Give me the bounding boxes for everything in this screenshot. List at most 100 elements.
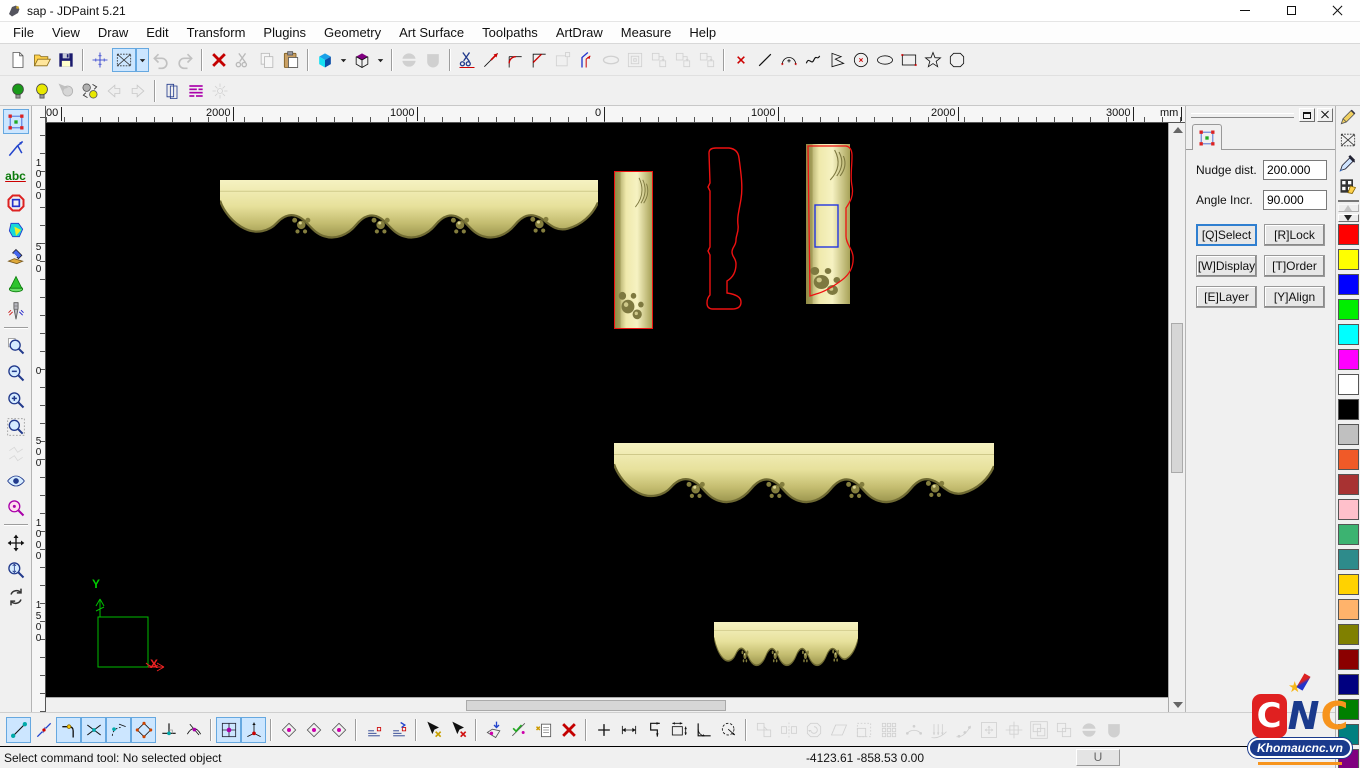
art-carve-tool-button[interactable]: [3, 244, 29, 269]
chamfer-tool-button[interactable]: [527, 48, 551, 72]
rectangle-tool-button[interactable]: [897, 48, 921, 72]
relief-tool-button[interactable]: [3, 271, 29, 296]
object-list-button[interactable]: [531, 717, 556, 743]
color-swatch-sea-green[interactable]: [1338, 524, 1359, 545]
menu-help[interactable]: Help: [680, 22, 725, 43]
panel-close-button[interactable]: [1317, 108, 1333, 122]
menu-measure[interactable]: Measure: [612, 22, 681, 43]
view-solid-dropdown[interactable]: [337, 48, 350, 72]
layer-hotkey-button[interactable]: [E]Layer: [1196, 286, 1257, 308]
panel-restore-button[interactable]: [1299, 108, 1315, 122]
color-swatch-red[interactable]: [1338, 224, 1359, 245]
menu-plugins[interactable]: Plugins: [254, 22, 315, 43]
palette-scroll-down-button[interactable]: [1338, 214, 1359, 222]
zoom-out-button[interactable]: [3, 360, 29, 385]
polyline-tool-button[interactable]: [825, 48, 849, 72]
cnc-toolpath-button[interactable]: [3, 298, 29, 323]
color-swatch-magenta[interactable]: [1338, 349, 1359, 370]
panel-grip[interactable]: [1191, 113, 1294, 118]
align-hotkey-button[interactable]: [Y]Align: [1264, 286, 1325, 308]
check-curve-button[interactable]: [506, 717, 531, 743]
color-swatch-yellow[interactable]: [1338, 249, 1359, 270]
unit-mode-button[interactable]: U: [1076, 749, 1120, 766]
snap-corner-button[interactable]: [56, 717, 81, 743]
color-swatch-pink[interactable]: [1338, 499, 1359, 520]
drawing-canvas[interactable]: Y X: [46, 123, 1168, 697]
scroll-down-icon[interactable]: [1173, 702, 1183, 708]
maximize-button[interactable]: [1268, 0, 1314, 22]
zoom-extents-button[interactable]: [3, 333, 29, 358]
select-mode-dropdown[interactable]: [136, 48, 149, 72]
arc-tool-button[interactable]: [777, 48, 801, 72]
select-hotkey-button[interactable]: [Q]Select: [1196, 224, 1257, 246]
measure-path-button[interactable]: [641, 717, 666, 743]
snap-endpoint-button[interactable]: [6, 717, 31, 743]
relief-post-right[interactable]: [806, 144, 856, 304]
pages-panel-button[interactable]: [160, 79, 184, 103]
save-button[interactable]: [54, 48, 78, 72]
relief-border-small[interactable]: [714, 622, 858, 677]
extend-tool-button[interactable]: [479, 48, 503, 72]
marquee-color-button[interactable]: [1337, 129, 1359, 151]
menu-toolpaths[interactable]: Toolpaths: [473, 22, 547, 43]
spline-tool-button[interactable]: [801, 48, 825, 72]
menu-artdraw[interactable]: ArtDraw: [547, 22, 612, 43]
drop-to-surface-button[interactable]: [481, 717, 506, 743]
align-to-layer-2-button[interactable]: [386, 717, 411, 743]
measure-distance-button[interactable]: [616, 717, 641, 743]
measure-bounds-button[interactable]: [666, 717, 691, 743]
contour-tool-button[interactable]: [3, 190, 29, 215]
swap-light-button[interactable]: [78, 79, 102, 103]
menu-draw[interactable]: Draw: [89, 22, 137, 43]
snap-diamond-center-button[interactable]: [276, 717, 301, 743]
order-hotkey-button[interactable]: [T]Order: [1264, 255, 1325, 277]
measure-angle-button[interactable]: [691, 717, 716, 743]
measure-point-button[interactable]: [591, 717, 616, 743]
color-swatch-white[interactable]: [1338, 374, 1359, 395]
align-to-layer-button[interactable]: [361, 717, 386, 743]
select-tool-button[interactable]: [3, 109, 29, 134]
snap-diamond-right-button[interactable]: [326, 717, 351, 743]
menu-file[interactable]: File: [4, 22, 43, 43]
horizontal-scrollbar[interactable]: [46, 697, 1168, 712]
lock-hotkey-button[interactable]: [R]Lock: [1264, 224, 1325, 246]
close-button[interactable]: [1314, 0, 1360, 22]
layers-panel-button[interactable]: [184, 79, 208, 103]
select-tab[interactable]: [1192, 124, 1222, 150]
color-swatch-dark-red[interactable]: [1338, 649, 1359, 670]
redraw-button[interactable]: [3, 584, 29, 609]
snap-intersection-button[interactable]: [81, 717, 106, 743]
view-options-button[interactable]: [3, 468, 29, 493]
view-wireframe-dropdown[interactable]: [374, 48, 387, 72]
color-swatch-cyan[interactable]: [1338, 324, 1359, 345]
view-wireframe-button[interactable]: [350, 48, 374, 72]
point-tool-button[interactable]: [729, 48, 753, 72]
offset-path-button[interactable]: [575, 48, 599, 72]
color-swatch-silver[interactable]: [1338, 424, 1359, 445]
color-swatch-orange-red[interactable]: [1338, 449, 1359, 470]
snap-tangent-button[interactable]: [181, 717, 206, 743]
paste-button[interactable]: [279, 48, 303, 72]
vertical-scroll-thumb[interactable]: [1171, 323, 1183, 473]
marquee-select-button[interactable]: [112, 48, 136, 72]
pan-button[interactable]: [3, 530, 29, 555]
light-off-button[interactable]: [30, 79, 54, 103]
angle-incr-input[interactable]: [1263, 190, 1327, 210]
new-file-button[interactable]: [6, 48, 30, 72]
vertical-scrollbar[interactable]: [1168, 123, 1185, 712]
profile-outline[interactable]: [697, 143, 757, 323]
snap-tangent-arc-button[interactable]: [106, 717, 131, 743]
color-swatch-brown[interactable]: [1338, 474, 1359, 495]
display-hotkey-button[interactable]: [W]Display: [1196, 255, 1257, 277]
zoom-in-button[interactable]: [3, 387, 29, 412]
remove-point-button[interactable]: [446, 717, 471, 743]
relief-border-top[interactable]: [220, 180, 598, 253]
fillet-tool-button[interactable]: [503, 48, 527, 72]
snap-nearest-button[interactable]: [31, 717, 56, 743]
menu-geometry[interactable]: Geometry: [315, 22, 390, 43]
trim-tool-button[interactable]: [455, 48, 479, 72]
snap-perpendicular-button[interactable]: [156, 717, 181, 743]
star-tool-button[interactable]: [921, 48, 945, 72]
polygon-tool-button[interactable]: [945, 48, 969, 72]
nudge-dist-input[interactable]: [1263, 160, 1327, 180]
